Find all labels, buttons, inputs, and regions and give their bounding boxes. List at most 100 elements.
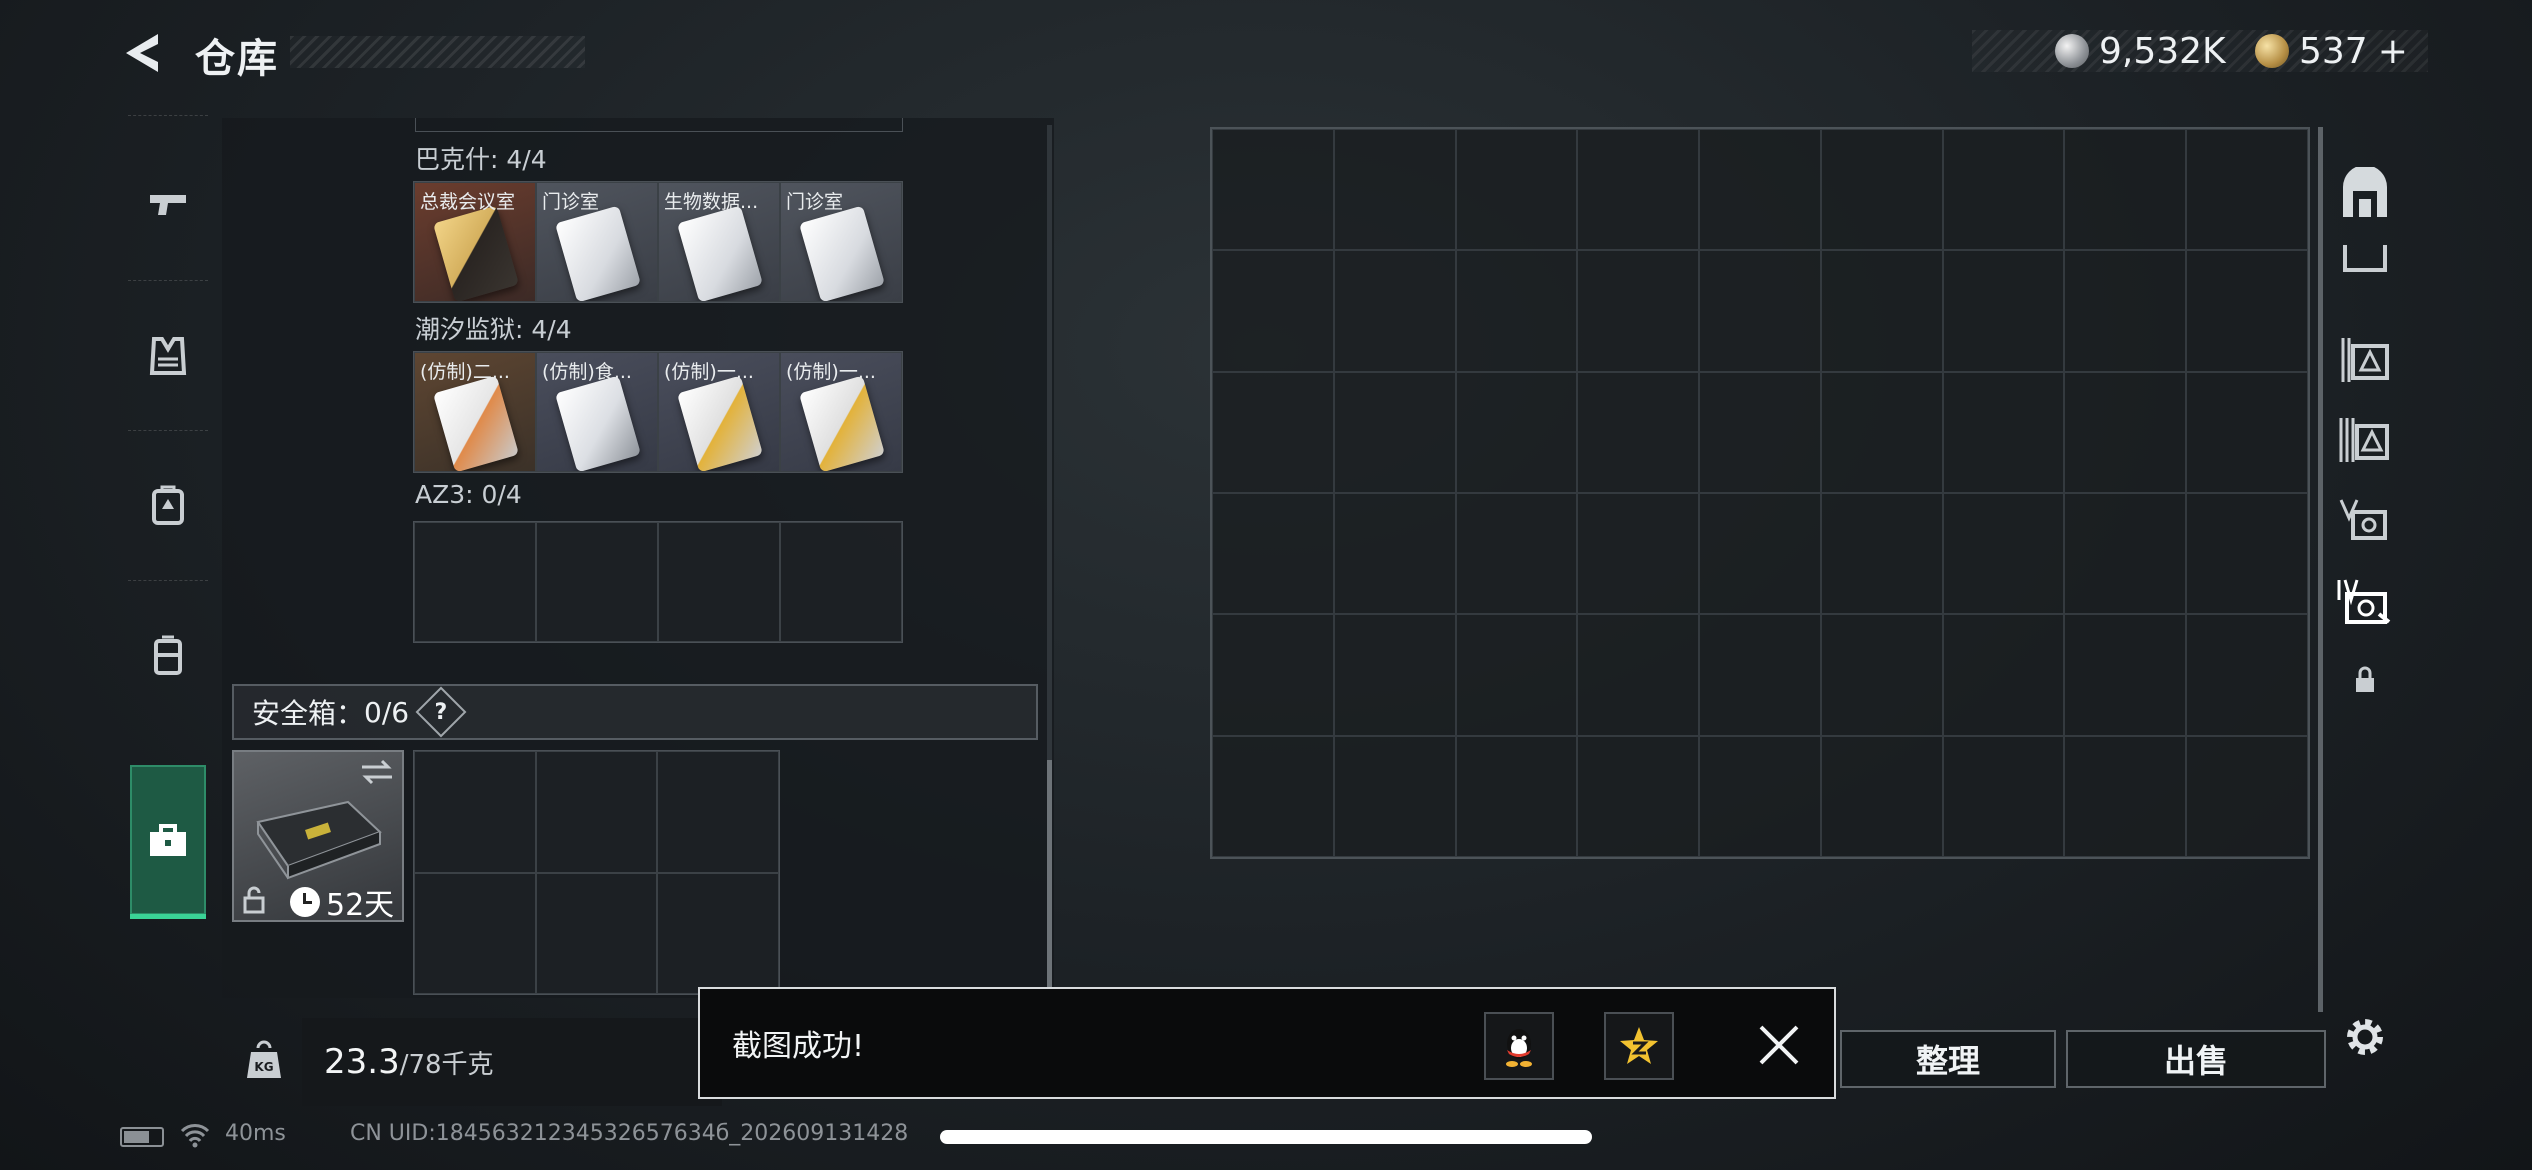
stash-cell[interactable]: [1455, 250, 1578, 372]
gold-currency[interactable]: 537 +: [2255, 30, 2408, 72]
stash-cell[interactable]: [2064, 371, 2187, 493]
keycard-item[interactable]: (仿制)食...: [536, 352, 658, 472]
nav-item-armor[interactable]: [118, 280, 218, 430]
stash-cell[interactable]: [2064, 129, 2187, 251]
stash-cell[interactable]: [1212, 735, 1334, 857]
settings-button[interactable]: [2335, 1007, 2395, 1067]
back-arrow-icon[interactable]: [118, 28, 166, 78]
stash-cell[interactable]: [1333, 735, 1456, 857]
keycard-item[interactable]: (仿制)一...: [780, 352, 902, 472]
stash-cell[interactable]: [1455, 735, 1578, 857]
empty-slot[interactable]: [535, 872, 658, 994]
stash-cell[interactable]: [1820, 493, 1943, 615]
sell-button[interactable]: 出售: [2066, 1030, 2326, 1088]
organize-button[interactable]: 整理: [1840, 1030, 2056, 1088]
stash-cell[interactable]: [1577, 614, 1700, 736]
stash-cell[interactable]: [1577, 129, 1700, 251]
close-icon[interactable]: [1755, 1021, 1803, 1069]
rail-tab-2[interactable]: [2335, 330, 2395, 390]
stash-cell[interactable]: [1212, 493, 1334, 615]
stash-cell[interactable]: [2064, 493, 2187, 615]
swap-icon[interactable]: [360, 758, 394, 786]
stash-cell[interactable]: [2186, 735, 2308, 857]
stash-cell[interactable]: [1820, 371, 1943, 493]
empty-slot[interactable]: [414, 522, 536, 642]
stash-cell[interactable]: [1455, 129, 1578, 251]
stash-cell[interactable]: [1820, 250, 1943, 372]
stash-cell[interactable]: [1212, 250, 1334, 372]
keycard-item[interactable]: (仿制)一...: [658, 352, 780, 472]
stash-cell[interactable]: [1333, 250, 1456, 372]
stash-cell[interactable]: [1699, 735, 1821, 857]
stash-grid[interactable]: [1210, 127, 2310, 859]
stash-cell[interactable]: [1455, 614, 1578, 736]
empty-slot[interactable]: [657, 872, 779, 994]
empty-slot[interactable]: [658, 522, 780, 642]
stash-cell[interactable]: [1333, 614, 1456, 736]
stash-cell[interactable]: [1942, 129, 2065, 251]
nav-item-backpack[interactable]: [118, 430, 218, 580]
stash-cell[interactable]: [2186, 614, 2308, 736]
keycard-item[interactable]: 总裁会议室: [414, 182, 536, 302]
empty-slot[interactable]: [657, 751, 779, 873]
stash-cell[interactable]: [1699, 493, 1821, 615]
stash-cell[interactable]: [1942, 493, 2065, 615]
rail-tab-home[interactable]: [2335, 165, 2395, 225]
stash-cell[interactable]: [2064, 735, 2187, 857]
stash-cell[interactable]: [1699, 614, 1821, 736]
empty-slot[interactable]: [414, 751, 536, 873]
stash-cell[interactable]: [2186, 250, 2308, 372]
stash-cell[interactable]: [1942, 250, 2065, 372]
add-currency-button[interactable]: +: [2378, 31, 2408, 72]
stash-cell[interactable]: [1820, 614, 1943, 736]
stash-cell[interactable]: [1820, 129, 1943, 251]
stash-cell[interactable]: [1212, 614, 1334, 736]
rail-tab-partial[interactable]: [2335, 245, 2395, 285]
rail-tab-locked[interactable]: [2335, 650, 2395, 710]
stash-cell[interactable]: [1699, 250, 1821, 372]
keycard-item[interactable]: 生物数据...: [658, 182, 780, 302]
stash-cell[interactable]: [1333, 129, 1456, 251]
keycard-item[interactable]: (仿制)二...: [414, 352, 536, 472]
home-indicator[interactable]: [940, 1130, 1592, 1144]
stash-cell[interactable]: [1942, 614, 2065, 736]
keycard-item[interactable]: 门诊室: [780, 182, 902, 302]
nav-item-weapon[interactable]: [118, 130, 218, 280]
stash-cell[interactable]: [1699, 129, 1821, 251]
stash-cell[interactable]: [1333, 371, 1456, 493]
stash-cell[interactable]: [2186, 129, 2308, 251]
stash-cell[interactable]: [1455, 493, 1578, 615]
stash-cell[interactable]: [2186, 493, 2308, 615]
stash-cell[interactable]: [1212, 129, 1334, 251]
keycard-art: [676, 375, 764, 471]
help-button[interactable]: ?: [415, 686, 467, 738]
keycard-grid-az3: [413, 521, 903, 643]
stash-cell[interactable]: [1942, 735, 2065, 857]
stash-cell[interactable]: [1333, 493, 1456, 615]
stash-cell[interactable]: [2186, 371, 2308, 493]
stash-cell[interactable]: [1577, 371, 1700, 493]
stash-cell[interactable]: [1577, 493, 1700, 615]
empty-slot[interactable]: [535, 751, 658, 873]
share-qq-button[interactable]: [1484, 1012, 1554, 1080]
share-qzone-button[interactable]: [1604, 1012, 1674, 1080]
stash-cell[interactable]: [1455, 371, 1578, 493]
empty-slot[interactable]: [780, 522, 902, 642]
stash-cell[interactable]: [1942, 371, 2065, 493]
rail-tab-3[interactable]: [2335, 410, 2395, 470]
empty-slot[interactable]: [536, 522, 658, 642]
rail-tab-5[interactable]: [2335, 490, 2395, 550]
nav-item-toolbox[interactable]: [130, 765, 206, 919]
empty-slot[interactable]: [414, 872, 536, 994]
stash-cell[interactable]: [1577, 250, 1700, 372]
nav-item-chest-rig[interactable]: [118, 580, 218, 730]
stash-cell[interactable]: [1820, 735, 1943, 857]
rail-tab-4[interactable]: [2335, 572, 2395, 632]
stash-cell[interactable]: [2064, 250, 2187, 372]
stash-cell[interactable]: [2064, 614, 2187, 736]
stash-cell[interactable]: [1699, 371, 1821, 493]
stash-cell[interactable]: [1212, 371, 1334, 493]
keycard-item[interactable]: 门诊室: [536, 182, 658, 302]
stash-cell[interactable]: [1577, 735, 1700, 857]
container-scrollbar-thumb[interactable]: [1047, 760, 1052, 990]
